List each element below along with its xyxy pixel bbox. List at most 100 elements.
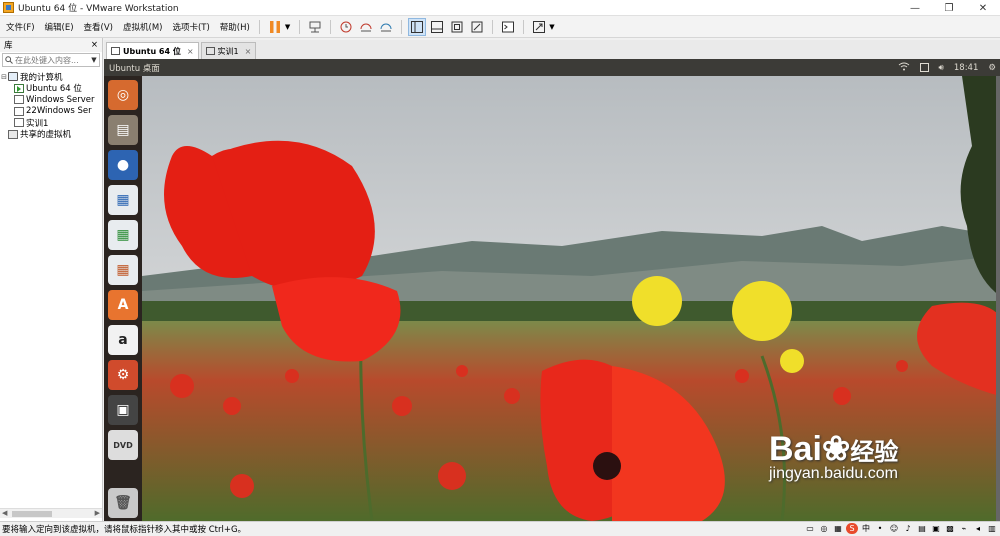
network-adapter-icon[interactable]: ▦ — [832, 523, 844, 534]
toolbox-icon[interactable]: ▩ — [944, 523, 956, 534]
tree-item-label: 我的计算机 — [20, 72, 63, 83]
snapshot-button[interactable] — [337, 18, 355, 36]
sound-card-icon[interactable]: ◂ — [972, 523, 984, 534]
menu-bar: 文件(F) 编辑(E) 查看(V) 虚拟机(M) 选项卡(T) 帮助(H) ▼ — [0, 16, 1000, 38]
menu-tabs[interactable]: 选项卡(T) — [166, 21, 213, 33]
calc-icon[interactable]: ▦ — [108, 220, 138, 250]
ime-mode-icon[interactable]: 中 — [860, 523, 872, 534]
toolbar-separator — [258, 19, 260, 34]
cd-rom-icon[interactable]: ◎ — [818, 523, 830, 534]
library-search-input[interactable]: 在此处键入内容... ▼ — [2, 53, 100, 67]
menu-help[interactable]: 帮助(H) — [214, 21, 254, 33]
vmware-logo-icon — [3, 2, 14, 13]
tree-item-shared-vms[interactable]: 共享的虚拟机 — [0, 129, 102, 140]
tree-item-label: 22Windows Ser — [26, 106, 92, 117]
thumbnail-bar-button[interactable] — [428, 18, 446, 36]
panel-title: Ubuntu 桌面 — [109, 63, 160, 74]
revert-snapshot-button[interactable] — [357, 18, 375, 36]
console-vertical-edge — [996, 76, 1000, 521]
keyboard-icon[interactable]: ▤ — [916, 523, 928, 534]
scroll-right-icon[interactable]: ▶ — [95, 509, 100, 517]
suspend-dropdown-icon[interactable]: ▼ — [285, 23, 290, 31]
library-tree: ⊟ 我的计算机 Ubuntu 64 位 Windows Server 22Win… — [0, 71, 102, 140]
volume-icon[interactable]: 🔊︎ — [939, 63, 944, 73]
tree-item-label: 实训1 — [26, 118, 49, 129]
paw-icon: ❀ — [821, 430, 851, 468]
tree-item-my-computer[interactable]: ⊟ 我的计算机 — [0, 71, 102, 83]
vm-icon — [14, 106, 24, 116]
library-horizontal-scrollbar[interactable]: ◀ ▶ — [0, 508, 102, 518]
vm-tab-icon — [111, 47, 120, 55]
network-icon — [309, 21, 321, 32]
ubuntu-dash-icon[interactable]: ◎ — [108, 80, 138, 110]
usb-icon[interactable]: ⌁ — [958, 523, 970, 534]
close-button[interactable]: ✕ — [966, 0, 1000, 16]
vm-console[interactable]: Ubuntu 桌面 🔊︎ 18:41 ⚙ ◎ ▤ ● ▦ ▦ ▦ A a ⚙ ▣… — [104, 59, 1000, 521]
stretch-button[interactable] — [530, 18, 548, 36]
dvd-icon[interactable]: DVD — [108, 430, 138, 460]
menu-edit[interactable]: 编辑(E) — [39, 21, 78, 33]
impress-icon[interactable]: ▦ — [108, 255, 138, 285]
library-panel: 库 × 在此处键入内容... ▼ ⊟ 我的计算机 Ubuntu 64 位 Win… — [0, 38, 103, 521]
search-dropdown-icon[interactable]: ▼ — [89, 56, 99, 64]
microphone-icon[interactable]: ♪ — [902, 523, 914, 534]
toolbar-separator — [330, 19, 332, 34]
tab-ubuntu[interactable]: Ubuntu 64 位 × — [106, 42, 199, 59]
collapse-icon[interactable]: ⊟ — [0, 73, 8, 81]
toolbar-separator — [492, 19, 494, 34]
save-icon[interactable]: ▣ — [108, 395, 138, 425]
suspend-button[interactable] — [266, 18, 284, 36]
writer-icon[interactable]: ▦ — [108, 185, 138, 215]
search-placeholder: 在此处键入内容... — [15, 55, 79, 65]
tree-item-22windows-server[interactable]: 22Windows Ser — [0, 106, 102, 118]
menu-vm[interactable]: 虚拟机(M) — [117, 21, 166, 33]
input-method-icon[interactable] — [919, 63, 929, 72]
unity-launcher: ◎ ▤ ● ▦ ▦ ▦ A a ⚙ ▣ DVD 🗑︎ — [104, 76, 142, 521]
settings-gear-icon[interactable]: ⚙ — [988, 63, 996, 73]
firefox-icon[interactable]: ● — [108, 150, 138, 180]
library-view-icon — [411, 20, 424, 33]
unity-button[interactable] — [468, 18, 486, 36]
tree-item-label: Windows Server — [26, 94, 95, 105]
vm-tab-icon — [205, 47, 215, 55]
software-center-icon[interactable]: A — [108, 290, 138, 320]
emoji-icon[interactable]: ☺ — [888, 523, 900, 534]
tab-shixun1[interactable]: 实训1 × — [200, 42, 257, 59]
sogou-ime-icon[interactable]: S — [846, 523, 858, 534]
hard-disk-icon[interactable]: ▭ — [804, 523, 816, 534]
wifi-icon[interactable] — [898, 62, 910, 74]
printer-icon[interactable]: ▥ — [986, 523, 998, 534]
show-library-button[interactable] — [408, 17, 427, 36]
baidu-watermark: Bai❀经验 jingyan.baidu.com — [769, 429, 898, 483]
library-title: 库 — [4, 41, 13, 51]
minimize-button[interactable]: — — [898, 0, 932, 16]
tab-close-icon[interactable]: × — [245, 47, 252, 56]
files-icon[interactable]: ▤ — [108, 115, 138, 145]
settings-icon[interactable]: ⚙ — [108, 360, 138, 390]
library-header: 库 × — [0, 38, 102, 52]
send-ctrl-alt-del-button[interactable] — [306, 18, 324, 36]
library-close-icon[interactable]: × — [91, 40, 98, 50]
punctuation-icon[interactable]: • — [874, 523, 886, 534]
vm-tab-strip: Ubuntu 64 位 × 实训1 × — [104, 40, 1000, 59]
trash-icon[interactable]: 🗑︎ — [108, 488, 138, 518]
tree-item-ubuntu[interactable]: Ubuntu 64 位 — [0, 83, 102, 94]
console-button[interactable] — [499, 18, 517, 36]
watermark-brand-suffix: 经验 — [850, 439, 899, 466]
scrollbar-thumb[interactable] — [12, 511, 52, 517]
full-screen-button[interactable] — [448, 18, 466, 36]
panel-clock[interactable]: 18:41 — [954, 63, 979, 73]
tab-label: Ubuntu 64 位 — [123, 46, 181, 56]
tree-item-windows-server[interactable]: Windows Server — [0, 94, 102, 106]
snapshot-manager-button[interactable] — [377, 18, 395, 36]
menu-file[interactable]: 文件(F) — [0, 21, 39, 33]
thumbnail-view-icon — [431, 20, 444, 33]
scroll-left-icon[interactable]: ◀ — [2, 509, 7, 517]
stretch-dropdown-icon[interactable]: ▼ — [549, 23, 554, 31]
menu-view[interactable]: 查看(V) — [78, 21, 117, 33]
tab-close-icon[interactable]: × — [187, 47, 194, 56]
skin-icon[interactable]: ▣ — [930, 523, 942, 534]
amazon-icon[interactable]: a — [108, 325, 138, 355]
maximize-button[interactable]: ❐ — [932, 0, 966, 16]
tree-item-shixun1[interactable]: 实训1 — [0, 117, 102, 129]
